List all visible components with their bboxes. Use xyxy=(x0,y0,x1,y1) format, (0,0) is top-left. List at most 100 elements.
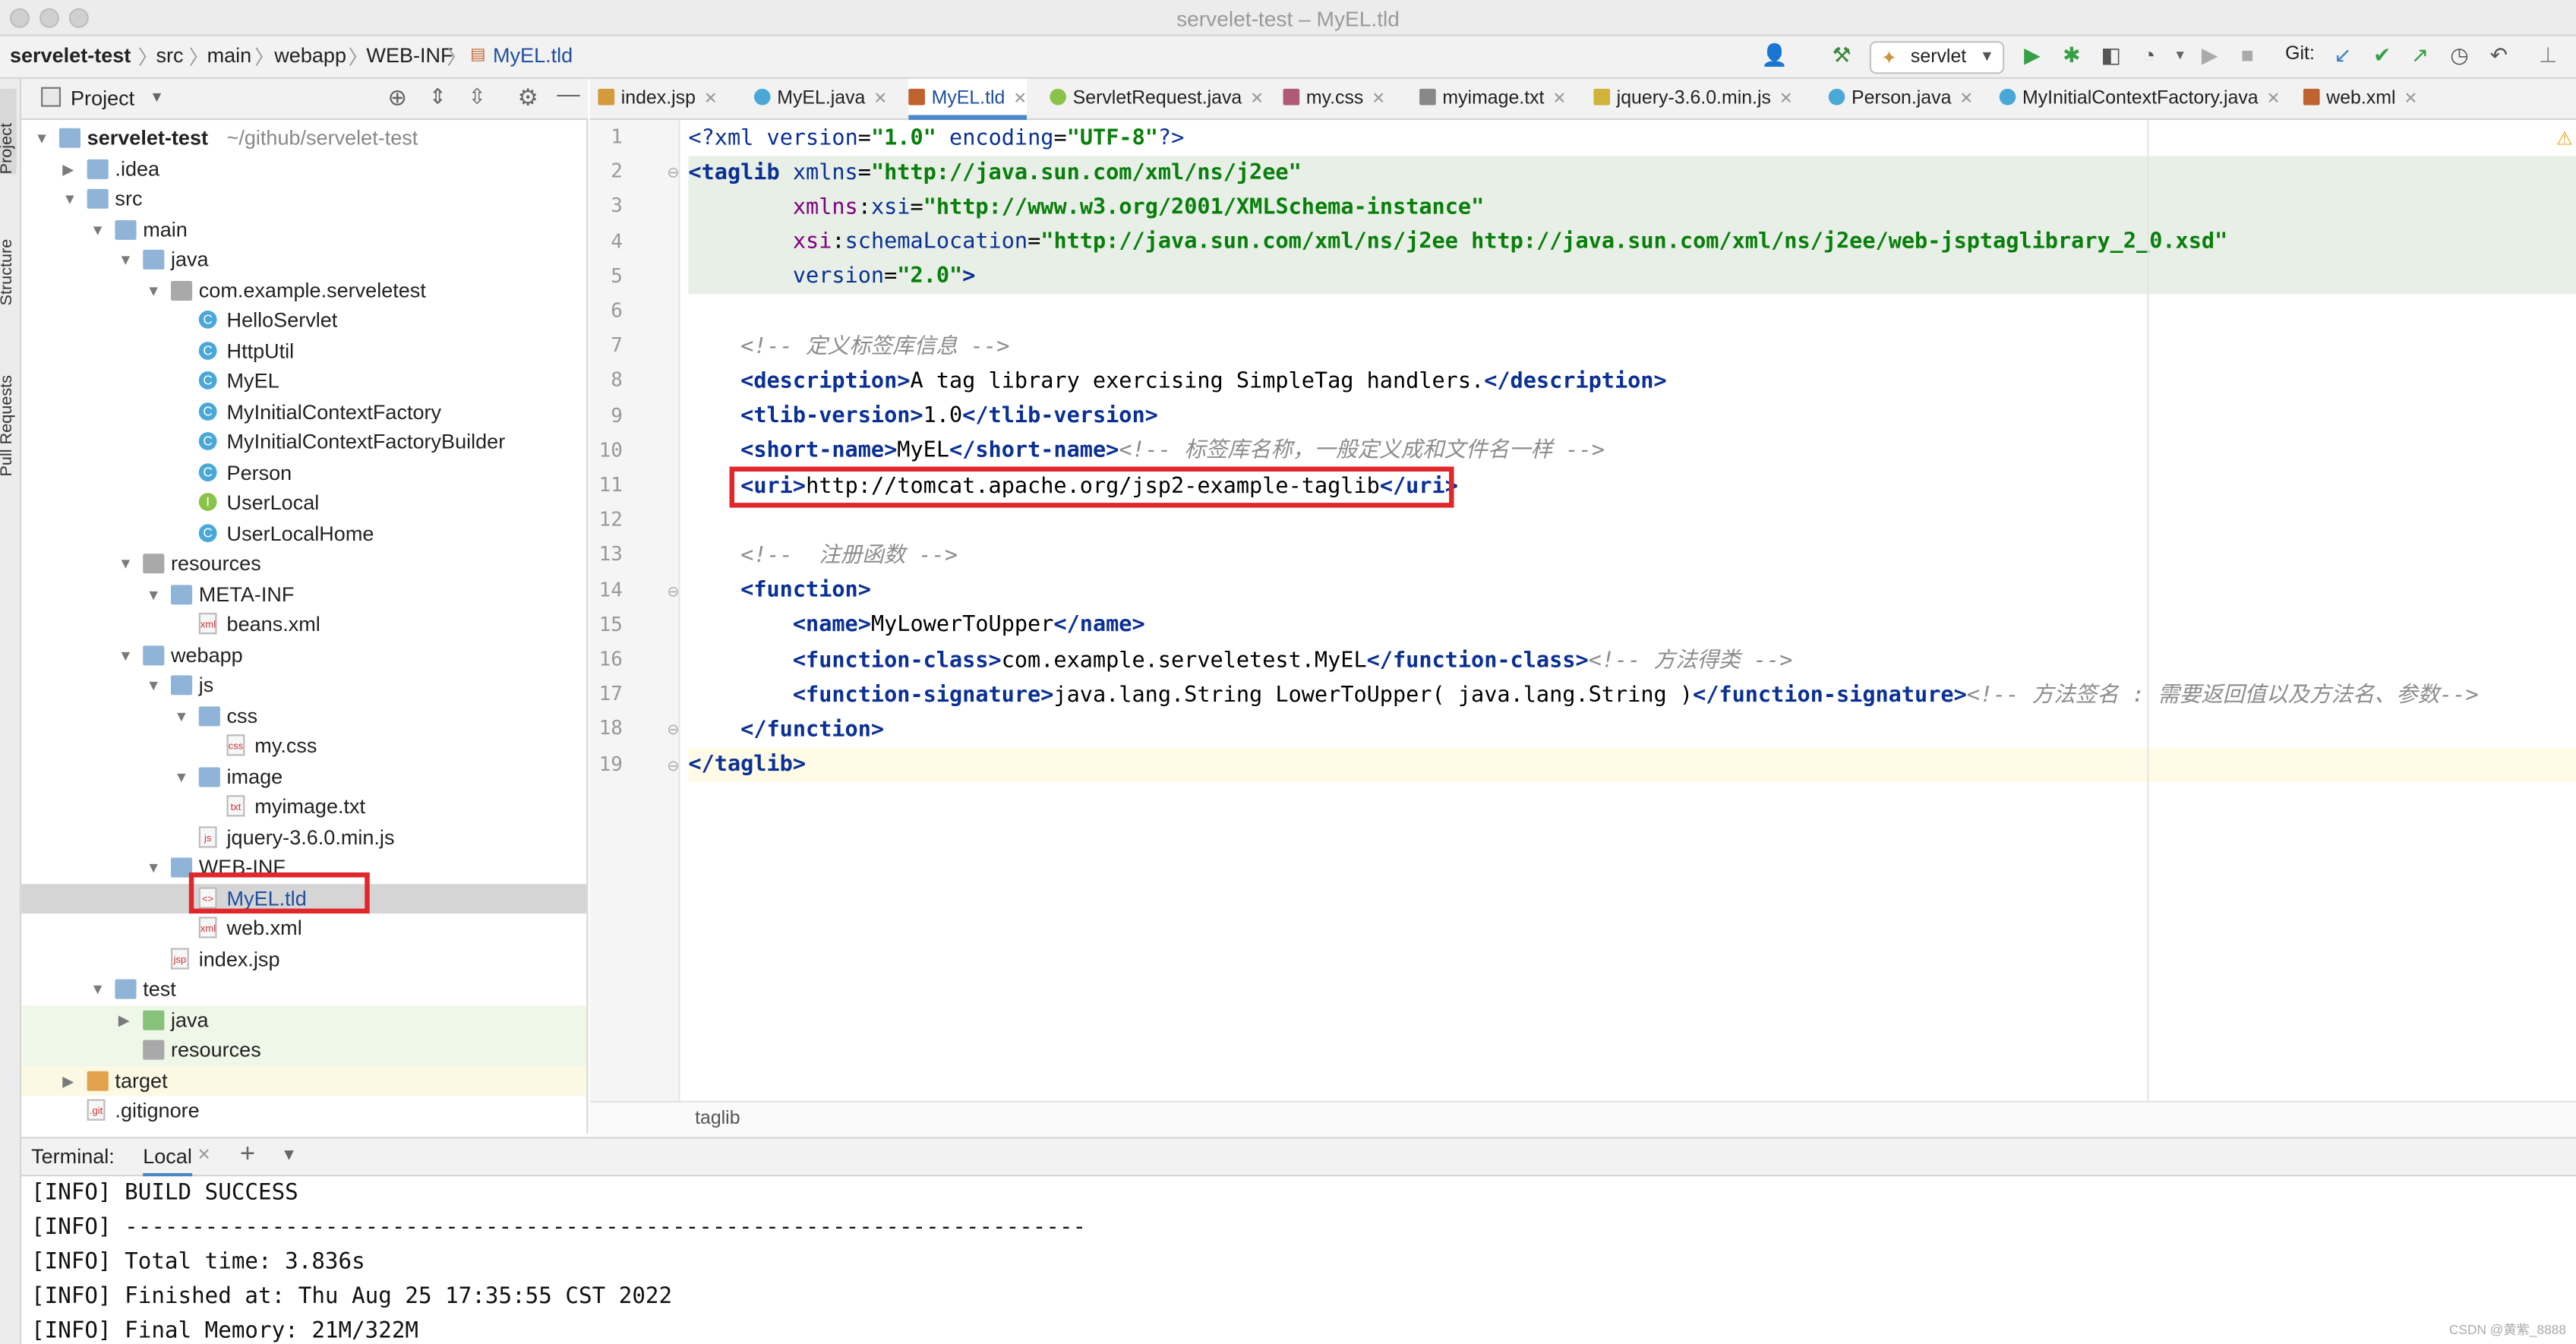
chevron-down-icon[interactable]: ▼ xyxy=(150,89,164,106)
tree-item[interactable]: ▼ src xyxy=(21,184,586,214)
chevron-down-icon[interactable]: ▼ xyxy=(281,1147,297,1165)
git-rollback-icon[interactable]: ↶ xyxy=(2486,43,2512,67)
tree-item[interactable]: ▼ java xyxy=(21,245,586,275)
tree-item[interactable]: C MyEL xyxy=(21,367,586,397)
fold-marker-icon[interactable]: ⊖ xyxy=(667,165,679,183)
tree-item[interactable]: C HelloServlet xyxy=(21,305,586,336)
tree-item[interactable]: ▶ target xyxy=(21,1065,587,1096)
editor-tab[interactable]: jquery-3.6.0.min.js ✕ xyxy=(1593,79,1793,120)
tree-item[interactable]: C UserLocalHome xyxy=(21,519,586,549)
chevron-right-icon[interactable]: ▶ xyxy=(62,153,79,184)
expand-all-icon[interactable]: ⇕ xyxy=(429,84,447,110)
editor-tab[interactable]: myimage.txt ✕ xyxy=(1419,79,1566,120)
tree-item[interactable]: jsp index.jsp xyxy=(21,944,586,974)
tree-item[interactable]: xml web.xml xyxy=(21,913,586,944)
tree-item[interactable]: ▼ test xyxy=(21,974,586,1005)
chevron-down-icon[interactable]: ▼ xyxy=(118,549,135,579)
chevron-down-icon[interactable]: ▼ xyxy=(147,853,163,883)
editor-tab[interactable]: my.css ✕ xyxy=(1283,79,1385,120)
close-tab-icon[interactable]: ✕ xyxy=(2404,90,2417,109)
breadcrumb-project[interactable]: servelet-test xyxy=(10,44,131,67)
git-push-icon[interactable]: ↗ xyxy=(2407,43,2433,67)
tree-item[interactable]: xml beans.xml xyxy=(21,610,586,640)
close-tab-icon[interactable]: ✕ xyxy=(1250,90,1264,109)
chevron-down-icon[interactable]: ▼ xyxy=(2167,44,2193,67)
close-tab-icon[interactable]: ✕ xyxy=(197,1147,211,1165)
breadcrumb-src[interactable]: src xyxy=(156,44,184,67)
close-tab-icon[interactable]: ✕ xyxy=(873,90,887,109)
chevron-right-icon[interactable]: ▶ xyxy=(62,1065,79,1096)
tree-item[interactable]: C HttpUtil xyxy=(21,336,586,366)
editor-tab[interactable]: index.jsp ✕ xyxy=(598,79,718,120)
fold-marker-icon[interactable]: ⊖ xyxy=(667,722,679,740)
tree-item[interactable]: ▶ java xyxy=(21,1005,587,1036)
git-commit-icon[interactable]: ✔ xyxy=(2369,43,2395,67)
tree-item[interactable]: I UserLocal xyxy=(21,488,586,519)
editor-tab[interactable]: MyEL.java ✕ xyxy=(753,79,887,120)
tree-item[interactable]: css my.css xyxy=(21,731,586,762)
tree-item[interactable]: ▼ WEB-INF xyxy=(21,853,586,883)
chevron-down-icon[interactable]: ▼ xyxy=(118,245,135,275)
breadcrumb-main[interactable]: main xyxy=(207,44,252,67)
debug-icon[interactable]: ✱ xyxy=(2059,43,2085,67)
run-disabled-icon[interactable]: ▶ xyxy=(2196,43,2223,67)
close-tab-icon[interactable]: ✕ xyxy=(1013,90,1027,109)
editor-tab[interactable]: Person.java ✕ xyxy=(1828,79,1973,120)
tree-item[interactable]: ▼ resources xyxy=(21,549,586,579)
new-terminal-icon[interactable]: + xyxy=(240,1141,255,1170)
stop-icon[interactable]: ■ xyxy=(2234,43,2261,67)
chevron-down-icon[interactable]: ▼ xyxy=(34,123,51,153)
tree-item[interactable]: js jquery-3.6.0.min.js xyxy=(21,822,586,853)
chevron-down-icon[interactable]: ▼ xyxy=(174,762,191,792)
git-update-icon[interactable]: ↙ xyxy=(2330,43,2357,67)
tree-item[interactable]: ▼ servelet-test ~/github/servelet-test xyxy=(21,123,586,153)
close-tab-icon[interactable]: ✕ xyxy=(1959,90,1973,109)
tree-item[interactable]: .git .gitignore xyxy=(21,1096,586,1126)
tree-item[interactable]: ▼ main xyxy=(21,214,586,245)
terminal-output[interactable]: [INFO] BUILD SUCCESS [INFO] ------------… xyxy=(21,1176,2576,1344)
coverage-icon[interactable]: ◧ xyxy=(2098,43,2125,67)
pull-requests-tool-tab[interactable]: Pull Requests xyxy=(0,339,17,477)
chevron-down-icon[interactable]: ▼ xyxy=(174,701,191,731)
tree-item[interactable]: C MyInitialContextFactory xyxy=(21,397,586,427)
close-tab-icon[interactable]: ✕ xyxy=(1372,90,1385,109)
collapse-all-icon[interactable]: ⇳ xyxy=(469,84,487,110)
git-history-icon[interactable]: ◷ xyxy=(2446,43,2473,67)
editor-tab[interactable]: MyEL.tld ✕ xyxy=(908,78,1028,120)
run-configuration-select[interactable]: ✦ servlet ▼ xyxy=(1869,41,2005,74)
chevron-right-icon[interactable]: ▶ xyxy=(118,1005,135,1035)
tree-item[interactable]: ▼ js xyxy=(21,670,586,701)
tree-item[interactable]: ▼ webapp xyxy=(21,640,586,670)
tree-item[interactable]: txt myimage.txt xyxy=(21,792,586,822)
breadcrumb-file[interactable]: MyEL.tld xyxy=(493,44,573,67)
editor-breadcrumb-taglib[interactable]: taglib xyxy=(695,1109,740,1129)
close-tab-icon[interactable]: ✕ xyxy=(704,90,718,109)
warning-icon[interactable]: ⚠ xyxy=(2556,128,2572,150)
gear-icon[interactable]: ⚙ xyxy=(517,84,538,112)
code-editor[interactable]: <?xml version="1.0" encoding="UTF-8"?> <t… xyxy=(680,119,2576,1101)
chevron-down-icon[interactable]: ▼ xyxy=(90,214,107,245)
breadcrumb-web-inf[interactable]: WEB-INF xyxy=(366,44,453,67)
chevron-down-icon[interactable]: ▼ xyxy=(118,640,135,670)
fold-marker-icon[interactable]: ⊖ xyxy=(667,757,679,775)
tree-item[interactable]: <> MyEL.tld xyxy=(21,883,587,914)
editor-tab[interactable]: web.xml ✕ xyxy=(2303,79,2417,120)
tree-item[interactable]: ▼ com.example.serveletest xyxy=(21,275,586,305)
chevron-down-icon[interactable]: ▼ xyxy=(90,974,107,1005)
structure-tool-tab[interactable]: Structure xyxy=(0,210,17,306)
user-icon[interactable]: 👤 xyxy=(1761,43,1788,67)
close-tab-icon[interactable]: ✕ xyxy=(1779,90,1793,109)
pin-icon[interactable]: ⊥ xyxy=(2535,43,2562,67)
chevron-down-icon[interactable]: ▼ xyxy=(62,184,79,214)
fold-marker-icon[interactable]: ⊖ xyxy=(667,582,679,601)
build-hammer-icon[interactable]: ⚒ xyxy=(1829,43,1855,67)
locate-icon[interactable]: ⊕ xyxy=(388,84,407,112)
close-tab-icon[interactable]: ✕ xyxy=(1552,90,1566,109)
breadcrumb-webapp[interactable]: webapp xyxy=(274,44,346,67)
run-icon[interactable]: ▶ xyxy=(2019,43,2046,67)
chevron-down-icon[interactable]: ▼ xyxy=(147,670,163,701)
close-tab-icon[interactable]: ✕ xyxy=(2266,90,2280,109)
profile-icon[interactable]: ◔ xyxy=(2136,43,2162,67)
project-tool-tab[interactable]: Project xyxy=(0,88,17,175)
tree-item[interactable]: ▼ css xyxy=(21,701,586,731)
